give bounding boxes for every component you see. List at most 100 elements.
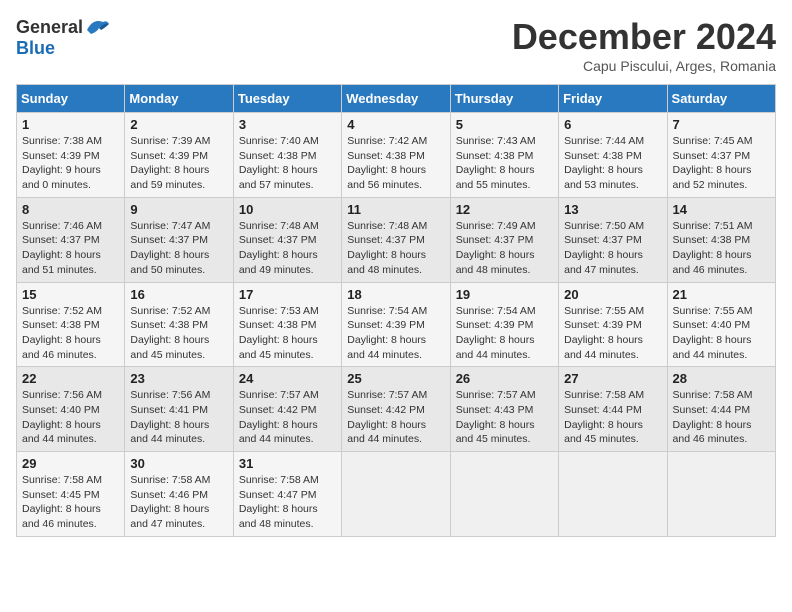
day-number: 28 bbox=[673, 371, 770, 386]
calendar-cell: 27 Sunrise: 7:58 AM Sunset: 4:44 PM Dayl… bbox=[559, 367, 667, 452]
day-number: 4 bbox=[347, 117, 444, 132]
day-number: 14 bbox=[673, 202, 770, 217]
day-number: 29 bbox=[22, 456, 119, 471]
calendar-cell: 15 Sunrise: 7:52 AM Sunset: 4:38 PM Dayl… bbox=[17, 282, 125, 367]
calendar-cell: 25 Sunrise: 7:57 AM Sunset: 4:42 PM Dayl… bbox=[342, 367, 450, 452]
day-number: 21 bbox=[673, 287, 770, 302]
day-info: Sunrise: 7:58 AM Sunset: 4:46 PM Dayligh… bbox=[130, 473, 227, 532]
calendar-cell: 26 Sunrise: 7:57 AM Sunset: 4:43 PM Dayl… bbox=[450, 367, 558, 452]
day-info: Sunrise: 7:48 AM Sunset: 4:37 PM Dayligh… bbox=[347, 219, 444, 278]
day-number: 30 bbox=[130, 456, 227, 471]
logo-bird-icon bbox=[83, 16, 111, 38]
calendar-cell: 4 Sunrise: 7:42 AM Sunset: 4:38 PM Dayli… bbox=[342, 113, 450, 198]
calendar-cell: 7 Sunrise: 7:45 AM Sunset: 4:37 PM Dayli… bbox=[667, 113, 775, 198]
day-info: Sunrise: 7:57 AM Sunset: 4:43 PM Dayligh… bbox=[456, 388, 553, 447]
calendar-cell: 5 Sunrise: 7:43 AM Sunset: 4:38 PM Dayli… bbox=[450, 113, 558, 198]
calendar-cell: 17 Sunrise: 7:53 AM Sunset: 4:38 PM Dayl… bbox=[233, 282, 341, 367]
calendar-cell: 10 Sunrise: 7:48 AM Sunset: 4:37 PM Dayl… bbox=[233, 197, 341, 282]
day-info: Sunrise: 7:42 AM Sunset: 4:38 PM Dayligh… bbox=[347, 134, 444, 193]
day-info: Sunrise: 7:58 AM Sunset: 4:44 PM Dayligh… bbox=[673, 388, 770, 447]
calendar-cell: 11 Sunrise: 7:48 AM Sunset: 4:37 PM Dayl… bbox=[342, 197, 450, 282]
month-title: December 2024 bbox=[512, 16, 776, 58]
day-number: 23 bbox=[130, 371, 227, 386]
calendar-cell: 23 Sunrise: 7:56 AM Sunset: 4:41 PM Dayl… bbox=[125, 367, 233, 452]
logo: General Blue bbox=[16, 16, 111, 59]
day-number: 17 bbox=[239, 287, 336, 302]
day-info: Sunrise: 7:49 AM Sunset: 4:37 PM Dayligh… bbox=[456, 219, 553, 278]
day-info: Sunrise: 7:47 AM Sunset: 4:37 PM Dayligh… bbox=[130, 219, 227, 278]
day-info: Sunrise: 7:39 AM Sunset: 4:39 PM Dayligh… bbox=[130, 134, 227, 193]
day-info: Sunrise: 7:58 AM Sunset: 4:45 PM Dayligh… bbox=[22, 473, 119, 532]
day-number: 19 bbox=[456, 287, 553, 302]
day-info: Sunrise: 7:43 AM Sunset: 4:38 PM Dayligh… bbox=[456, 134, 553, 193]
day-number: 11 bbox=[347, 202, 444, 217]
day-number: 27 bbox=[564, 371, 661, 386]
day-number: 10 bbox=[239, 202, 336, 217]
day-of-week-header: Sunday bbox=[17, 85, 125, 113]
day-number: 3 bbox=[239, 117, 336, 132]
calendar-cell: 31 Sunrise: 7:58 AM Sunset: 4:47 PM Dayl… bbox=[233, 452, 341, 537]
calendar-cell bbox=[559, 452, 667, 537]
day-number: 1 bbox=[22, 117, 119, 132]
day-info: Sunrise: 7:52 AM Sunset: 4:38 PM Dayligh… bbox=[130, 304, 227, 363]
day-info: Sunrise: 7:51 AM Sunset: 4:38 PM Dayligh… bbox=[673, 219, 770, 278]
day-of-week-header: Wednesday bbox=[342, 85, 450, 113]
day-info: Sunrise: 7:53 AM Sunset: 4:38 PM Dayligh… bbox=[239, 304, 336, 363]
day-number: 18 bbox=[347, 287, 444, 302]
day-info: Sunrise: 7:56 AM Sunset: 4:40 PM Dayligh… bbox=[22, 388, 119, 447]
day-number: 9 bbox=[130, 202, 227, 217]
calendar-cell: 18 Sunrise: 7:54 AM Sunset: 4:39 PM Dayl… bbox=[342, 282, 450, 367]
calendar-table: SundayMondayTuesdayWednesdayThursdayFrid… bbox=[16, 84, 776, 537]
calendar-cell: 13 Sunrise: 7:50 AM Sunset: 4:37 PM Dayl… bbox=[559, 197, 667, 282]
day-number: 24 bbox=[239, 371, 336, 386]
day-number: 20 bbox=[564, 287, 661, 302]
day-number: 6 bbox=[564, 117, 661, 132]
day-info: Sunrise: 7:46 AM Sunset: 4:37 PM Dayligh… bbox=[22, 219, 119, 278]
day-info: Sunrise: 7:48 AM Sunset: 4:37 PM Dayligh… bbox=[239, 219, 336, 278]
calendar-week-row: 22 Sunrise: 7:56 AM Sunset: 4:40 PM Dayl… bbox=[17, 367, 776, 452]
calendar-cell: 12 Sunrise: 7:49 AM Sunset: 4:37 PM Dayl… bbox=[450, 197, 558, 282]
calendar-cell: 21 Sunrise: 7:55 AM Sunset: 4:40 PM Dayl… bbox=[667, 282, 775, 367]
day-number: 22 bbox=[22, 371, 119, 386]
day-info: Sunrise: 7:58 AM Sunset: 4:47 PM Dayligh… bbox=[239, 473, 336, 532]
day-of-week-header: Thursday bbox=[450, 85, 558, 113]
calendar-cell: 1 Sunrise: 7:38 AM Sunset: 4:39 PM Dayli… bbox=[17, 113, 125, 198]
day-info: Sunrise: 7:57 AM Sunset: 4:42 PM Dayligh… bbox=[347, 388, 444, 447]
day-number: 26 bbox=[456, 371, 553, 386]
calendar-cell bbox=[342, 452, 450, 537]
day-number: 12 bbox=[456, 202, 553, 217]
calendar-cell bbox=[667, 452, 775, 537]
logo-general-text: General bbox=[16, 17, 83, 38]
day-number: 2 bbox=[130, 117, 227, 132]
calendar-cell: 29 Sunrise: 7:58 AM Sunset: 4:45 PM Dayl… bbox=[17, 452, 125, 537]
calendar-cell: 24 Sunrise: 7:57 AM Sunset: 4:42 PM Dayl… bbox=[233, 367, 341, 452]
location-subtitle: Capu Piscului, Arges, Romania bbox=[512, 58, 776, 74]
calendar-cell: 19 Sunrise: 7:54 AM Sunset: 4:39 PM Dayl… bbox=[450, 282, 558, 367]
day-number: 7 bbox=[673, 117, 770, 132]
calendar-cell: 22 Sunrise: 7:56 AM Sunset: 4:40 PM Dayl… bbox=[17, 367, 125, 452]
calendar-week-row: 1 Sunrise: 7:38 AM Sunset: 4:39 PM Dayli… bbox=[17, 113, 776, 198]
day-of-week-header: Monday bbox=[125, 85, 233, 113]
day-info: Sunrise: 7:38 AM Sunset: 4:39 PM Dayligh… bbox=[22, 134, 119, 193]
day-number: 13 bbox=[564, 202, 661, 217]
day-info: Sunrise: 7:40 AM Sunset: 4:38 PM Dayligh… bbox=[239, 134, 336, 193]
page-header: General Blue December 2024 Capu Piscului… bbox=[16, 16, 776, 74]
day-of-week-header: Friday bbox=[559, 85, 667, 113]
day-info: Sunrise: 7:57 AM Sunset: 4:42 PM Dayligh… bbox=[239, 388, 336, 447]
calendar-cell: 20 Sunrise: 7:55 AM Sunset: 4:39 PM Dayl… bbox=[559, 282, 667, 367]
day-number: 8 bbox=[22, 202, 119, 217]
day-info: Sunrise: 7:44 AM Sunset: 4:38 PM Dayligh… bbox=[564, 134, 661, 193]
day-info: Sunrise: 7:56 AM Sunset: 4:41 PM Dayligh… bbox=[130, 388, 227, 447]
day-number: 31 bbox=[239, 456, 336, 471]
logo-blue-text: Blue bbox=[16, 38, 55, 59]
calendar-cell: 28 Sunrise: 7:58 AM Sunset: 4:44 PM Dayl… bbox=[667, 367, 775, 452]
calendar-header-row: SundayMondayTuesdayWednesdayThursdayFrid… bbox=[17, 85, 776, 113]
calendar-cell: 2 Sunrise: 7:39 AM Sunset: 4:39 PM Dayli… bbox=[125, 113, 233, 198]
calendar-cell: 6 Sunrise: 7:44 AM Sunset: 4:38 PM Dayli… bbox=[559, 113, 667, 198]
calendar-cell: 14 Sunrise: 7:51 AM Sunset: 4:38 PM Dayl… bbox=[667, 197, 775, 282]
day-number: 5 bbox=[456, 117, 553, 132]
title-block: December 2024 Capu Piscului, Arges, Roma… bbox=[512, 16, 776, 74]
calendar-cell: 16 Sunrise: 7:52 AM Sunset: 4:38 PM Dayl… bbox=[125, 282, 233, 367]
calendar-week-row: 8 Sunrise: 7:46 AM Sunset: 4:37 PM Dayli… bbox=[17, 197, 776, 282]
day-number: 15 bbox=[22, 287, 119, 302]
